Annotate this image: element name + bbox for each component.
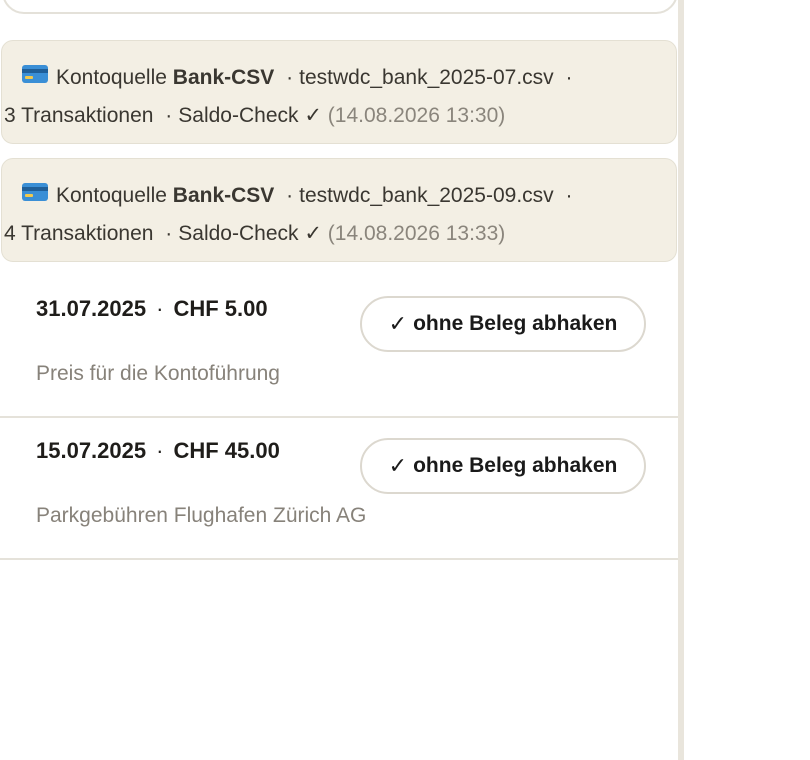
source-label: Kontoquelle: [56, 66, 167, 89]
separator: ·: [565, 184, 573, 207]
separator: ·: [165, 104, 173, 127]
source-line-1: Kontoquelle Bank-CSV · testwdc_bank_2025-…: [22, 177, 676, 215]
source-line-1: Kontoquelle Bank-CSV · testwdc_bank_2025-…: [22, 59, 676, 97]
source-type: Bank-CSV: [172, 184, 275, 207]
source-file: testwdc_bank_2025-07.csv: [299, 66, 554, 89]
source-line-2: 3 Transaktionen · Saldo-Check ✓ (14.08.20…: [4, 97, 676, 135]
separator: ·: [156, 438, 164, 463]
check-without-receipt-button[interactable]: ✓ ohne Beleg abhaken: [360, 438, 646, 494]
transaction-amount: CHF 45.00: [173, 438, 280, 463]
button-label: ohne Beleg abhaken: [413, 312, 618, 335]
source-file: testwdc_bank_2025-09.csv: [299, 184, 554, 207]
credit-card-icon: [22, 176, 48, 214]
transaction-header: 31.07.2025 · CHF 5.00: [36, 296, 268, 322]
transaction-row: 15.07.2025 · CHF 45.00 ✓ ohne Beleg abhake…: [0, 418, 678, 560]
top-card-remnant: [2, 0, 678, 14]
separator: ·: [565, 66, 573, 89]
separator: ·: [286, 184, 294, 207]
scrollbar-track[interactable]: [678, 0, 684, 760]
transaction-row: 31.07.2025 · CHF 5.00 ✓ ohne Beleg abhaken…: [0, 276, 678, 418]
source-timestamp: (14.08.2026 13:30): [327, 104, 506, 127]
transaction-header: 15.07.2025 · CHF 45.00: [36, 438, 280, 464]
source-check: Saldo-Check ✓: [178, 222, 322, 245]
credit-card-icon: [22, 58, 48, 96]
source-card-2: Kontoquelle Bank-CSV · testwdc_bank_2025-…: [1, 158, 677, 262]
transaction-date: 15.07.2025: [36, 438, 147, 463]
transaction-description: Parkgebühren Flughafen Zürich AG: [36, 504, 367, 527]
separator: ·: [156, 296, 164, 321]
source-count: 3 Transaktionen: [4, 104, 154, 127]
source-timestamp: (14.08.2026 13:33): [327, 222, 506, 245]
button-label: ohne Beleg abhaken: [413, 454, 618, 477]
separator: ·: [286, 66, 294, 89]
transaction-date: 31.07.2025: [36, 296, 147, 321]
source-type: Bank-CSV: [172, 66, 275, 89]
source-card-1: Kontoquelle Bank-CSV · testwdc_bank_2025-…: [1, 40, 677, 144]
check-without-receipt-button[interactable]: ✓ ohne Beleg abhaken: [360, 296, 646, 352]
source-line-2: 4 Transaktionen · Saldo-Check ✓ (14.08.20…: [4, 215, 676, 253]
source-check: Saldo-Check ✓: [178, 104, 322, 127]
source-count: 4 Transaktionen: [4, 222, 154, 245]
separator: ·: [165, 222, 173, 245]
source-label: Kontoquelle: [56, 184, 167, 207]
transaction-description: Preis für die Kontoführung: [36, 362, 280, 385]
transaction-amount: CHF 5.00: [173, 296, 268, 321]
check-icon: ✓: [388, 453, 408, 478]
transaction-panel: Kontoquelle Bank-CSV · testwdc_bank_2025-…: [0, 0, 678, 760]
check-icon: ✓: [388, 311, 408, 336]
